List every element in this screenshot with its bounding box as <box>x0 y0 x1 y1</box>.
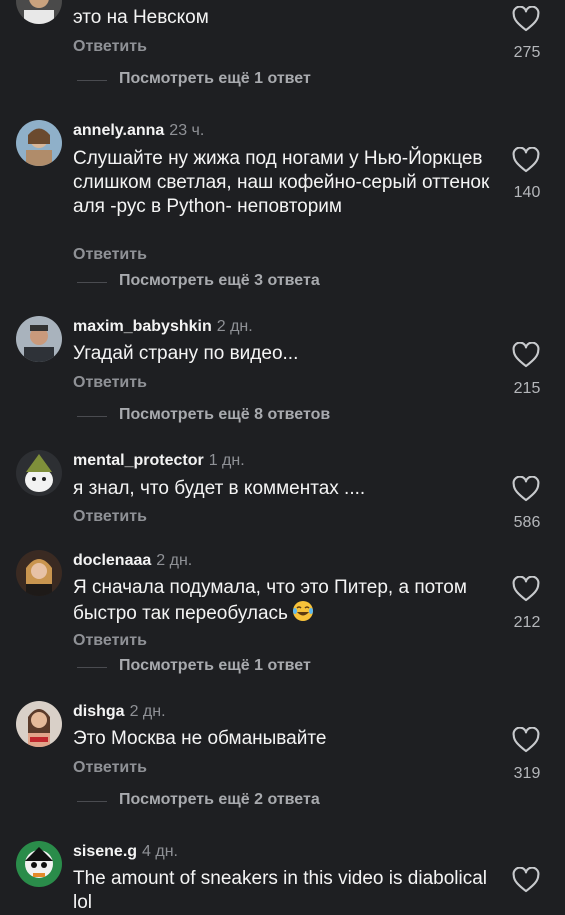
username[interactable]: maxim_babyshkin <box>73 318 212 335</box>
comment-text: я знал, что будет в комментах .... <box>73 478 366 499</box>
comment-text: Слушайте ну жижа под ногами у Нью-Йоркце… <box>73 148 490 217</box>
like-count: 319 <box>513 765 541 782</box>
username[interactable]: annely.anna <box>73 122 164 139</box>
divider-line <box>77 80 107 81</box>
like-count: 212 <box>513 614 541 631</box>
heart-outline-icon[interactable] <box>512 727 540 753</box>
reply-button[interactable]: Ответить <box>73 38 147 56</box>
comment-meta: maxim_babyshkin 2 дн. <box>73 317 253 337</box>
comment-meta: annely.anna 23 ч. <box>73 121 204 141</box>
avatar[interactable] <box>16 701 62 747</box>
like-count: 140 <box>513 184 541 201</box>
reply-button[interactable]: Ответить <box>73 246 147 264</box>
comment-meta: sisene.g 4 дн. <box>73 842 178 862</box>
username[interactable]: doclenaaa <box>73 552 151 569</box>
timestamp: 4 дн. <box>142 843 178 860</box>
like-count: 215 <box>513 380 541 397</box>
view-more-label: Посмотреть ещё 3 ответа <box>119 272 320 289</box>
divider-line <box>77 801 107 802</box>
username[interactable]: dishga <box>73 703 125 720</box>
reply-button[interactable]: Ответить <box>73 374 147 392</box>
heart-outline-icon[interactable] <box>512 576 540 602</box>
avatar[interactable] <box>16 0 62 24</box>
reply-button[interactable]: Ответить <box>73 759 147 777</box>
heart-outline-icon[interactable] <box>512 6 540 32</box>
like-count: 586 <box>513 514 541 531</box>
divider-line <box>77 667 107 668</box>
heart-outline-icon[interactable] <box>512 342 540 368</box>
timestamp: 2 дн. <box>129 703 166 720</box>
heart-outline-icon[interactable] <box>512 867 540 893</box>
username[interactable]: sisene.g <box>73 843 137 860</box>
avatar[interactable] <box>16 450 62 496</box>
divider-line <box>77 282 107 283</box>
avatar[interactable] <box>16 841 62 887</box>
avatar[interactable] <box>16 316 62 362</box>
comment-meta: mental_protector 1 дн. <box>73 451 245 471</box>
view-more-label: Посмотреть ещё 2 ответа <box>119 791 320 808</box>
comment-meta: doclenaaa 2 дн. <box>73 551 192 571</box>
view-more-label: Посмотреть ещё 8 ответов <box>119 406 331 423</box>
comment-text: Я сначала подумала, что это Питер, а пот… <box>73 576 473 626</box>
laughing-tears-emoji-icon <box>292 600 314 622</box>
reply-button[interactable]: Ответить <box>73 508 147 526</box>
heart-outline-icon[interactable] <box>512 147 540 173</box>
reply-button[interactable]: Ответить <box>73 632 147 650</box>
like-count: 275 <box>513 44 541 61</box>
comment-text: Угадай страну по видео... <box>73 343 299 364</box>
comment-text-content: Я сначала подумала, что это Питер, а пот… <box>73 577 467 624</box>
comment-meta: dishga 2 дн. <box>73 702 166 722</box>
divider-line <box>77 416 107 417</box>
view-more-label: Посмотреть ещё 1 ответ <box>119 657 311 674</box>
timestamp: 2 дн. <box>156 552 193 569</box>
timestamp: 1 дн. <box>208 452 245 469</box>
comment-text: Это Москва не обманывайте <box>73 728 327 749</box>
timestamp: 23 ч. <box>169 122 205 139</box>
avatar[interactable] <box>16 120 62 166</box>
comment-text: это на Невском <box>73 7 209 28</box>
username[interactable]: mental_protector <box>73 452 204 469</box>
comment-text: The amount of sneakers in this video is … <box>73 868 488 913</box>
avatar[interactable] <box>16 550 62 596</box>
heart-outline-icon[interactable] <box>512 476 540 502</box>
view-more-label: Посмотреть ещё 1 ответ <box>119 70 311 87</box>
timestamp: 2 дн. <box>216 318 253 335</box>
